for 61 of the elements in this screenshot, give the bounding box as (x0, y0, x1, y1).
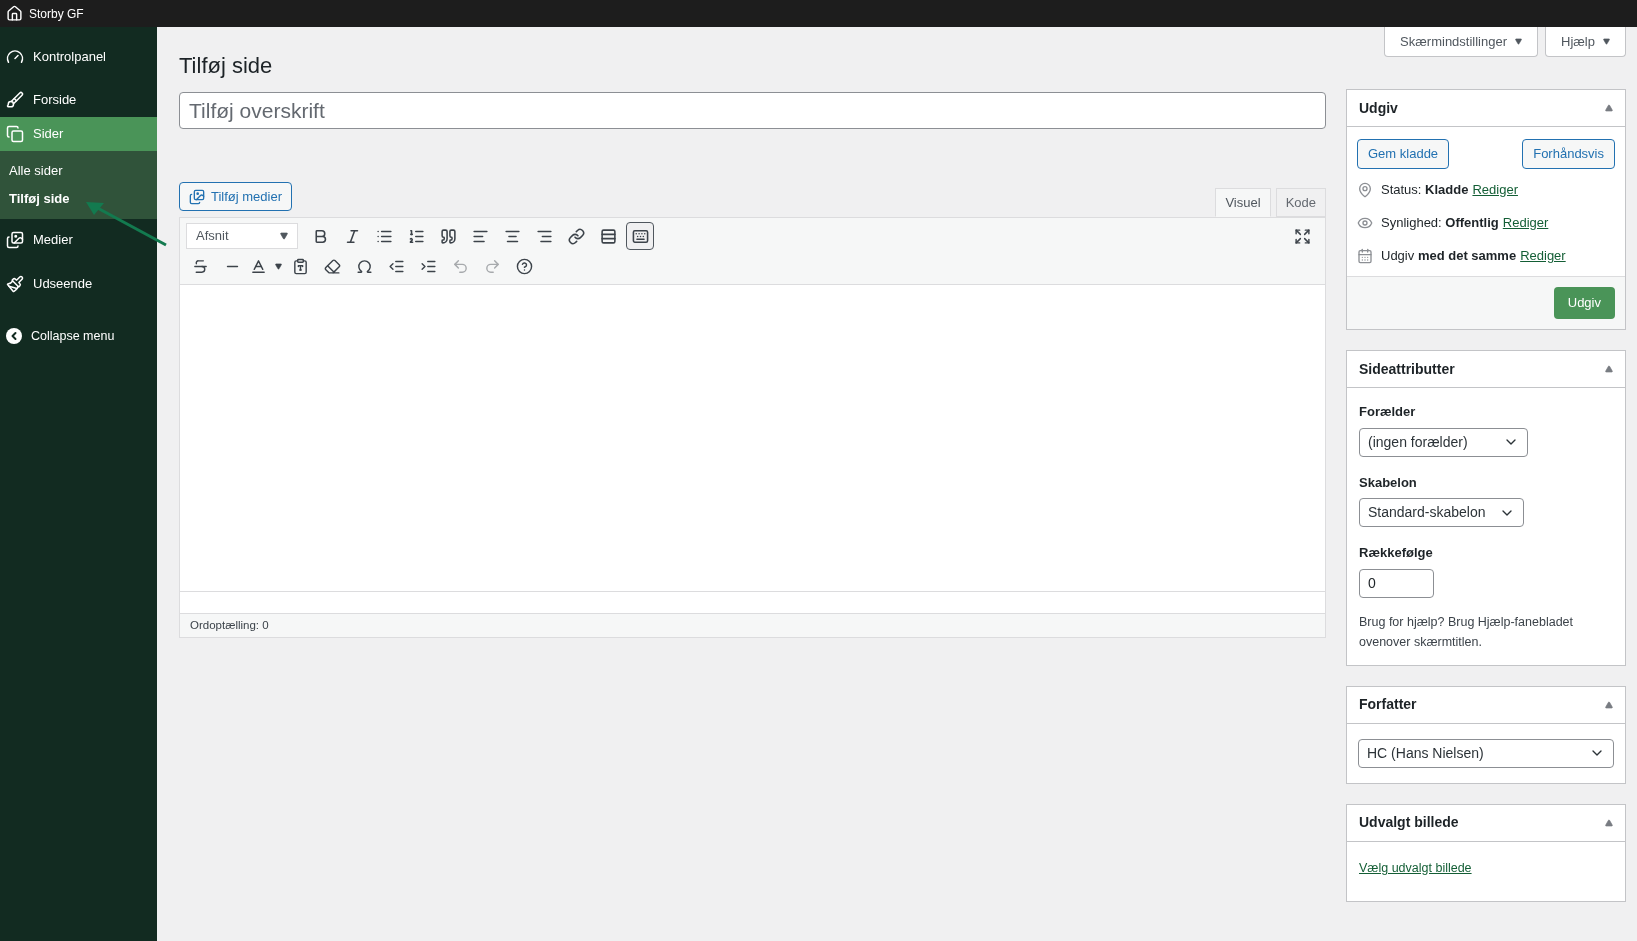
fullscreen-icon[interactable] (1294, 227, 1311, 245)
format-select[interactable]: Afsnit (186, 223, 298, 249)
caret-icon (1603, 38, 1610, 45)
editor-tab[interactable]: Kode (1275, 188, 1326, 217)
order-field[interactable]: 0 (1359, 568, 1434, 598)
select-field[interactable]: HC (Hans Nielsen) (1358, 738, 1614, 768)
page-title: Tilføj side (179, 52, 274, 80)
pages-icon (6, 125, 24, 143)
edit-link[interactable]: Rediger (1472, 179, 1518, 200)
site-name[interactable]: Storby GF (29, 4, 84, 23)
gauge-icon (6, 48, 24, 66)
field-label: Forælder (1359, 403, 1417, 421)
publish-setting: Status: Kladde (1381, 180, 1469, 199)
brush-icon (6, 91, 24, 109)
save-draft-button[interactable]: Gem kladde (1357, 139, 1450, 169)
caret-icon (275, 262, 282, 270)
field-label: Rækkefølge (1359, 544, 1434, 562)
images-icon (6, 231, 24, 249)
sidebar-item[interactable]: Forside (0, 83, 157, 117)
text-color-icon (250, 257, 267, 275)
sidebar-item[interactable]: Sider (0, 117, 157, 151)
collapse-menu[interactable]: Collapse menu (0, 319, 157, 353)
caret-icon (280, 232, 288, 240)
sidebar-item[interactable]: Medier (0, 223, 157, 257)
select-field[interactable]: Standard-skabelon (1359, 498, 1524, 527)
select-field[interactable]: (ingen forælder) (1359, 427, 1528, 457)
box-title: Sideattributter (1359, 359, 1455, 379)
preview-button[interactable]: Forhåndsvis (1522, 139, 1615, 169)
pin-icon (1357, 181, 1373, 198)
screen-tab-button[interactable]: Hjælp (1545, 27, 1626, 57)
publish-setting: Udgiv med det samme (1381, 246, 1517, 265)
field-label: Skabelon (1359, 473, 1418, 492)
status-bar: Ordoptælling: 0 (180, 613, 1325, 637)
editor-tab[interactable]: Visuel (1215, 188, 1271, 217)
set-image-link[interactable]: Vælg udvalgt billede (1359, 860, 1472, 875)
collapse-icon[interactable] (1605, 700, 1613, 709)
calendar-icon (1357, 247, 1373, 264)
submenu-item[interactable]: Tilføj side (0, 185, 157, 213)
collapse-icon[interactable] (1605, 365, 1613, 373)
screen-tab-button[interactable]: Skærmindstillinger (1384, 27, 1539, 57)
help-text: Brug for hjælp? Brug Hjælp-fanebladet ovenover skærmtitlen. (1359, 613, 1574, 651)
submenu-item[interactable]: Alle sider (0, 157, 157, 185)
edit-link[interactable]: Rediger (1520, 245, 1566, 266)
add-media-button[interactable]: Tilføj medier (179, 182, 293, 211)
collapse-icon (6, 328, 22, 344)
box-title: Forfatter (1359, 695, 1417, 714)
sidebar-item[interactable]: Kontrolpanel (0, 40, 157, 74)
collapse-icon[interactable] (1605, 104, 1613, 112)
collapse-icon[interactable] (1605, 818, 1613, 827)
home-icon[interactable] (6, 5, 23, 22)
box-title: Udvalgt billede (1359, 813, 1459, 832)
publish-setting: Synlighed: Offentlig (1381, 213, 1499, 232)
sidebar-item[interactable]: Udseende (0, 267, 157, 301)
caret-icon (1515, 38, 1523, 45)
media-icon (189, 188, 205, 205)
title-field[interactable]: Tilføj overskrift (179, 92, 1326, 129)
paintbrush-icon (6, 275, 24, 293)
keyboard-icon[interactable] (626, 222, 654, 250)
edit-link[interactable]: Rediger (1502, 212, 1549, 233)
publish-button[interactable]: Udgiv (1553, 287, 1615, 319)
box-title: Udgiv (1359, 98, 1398, 118)
